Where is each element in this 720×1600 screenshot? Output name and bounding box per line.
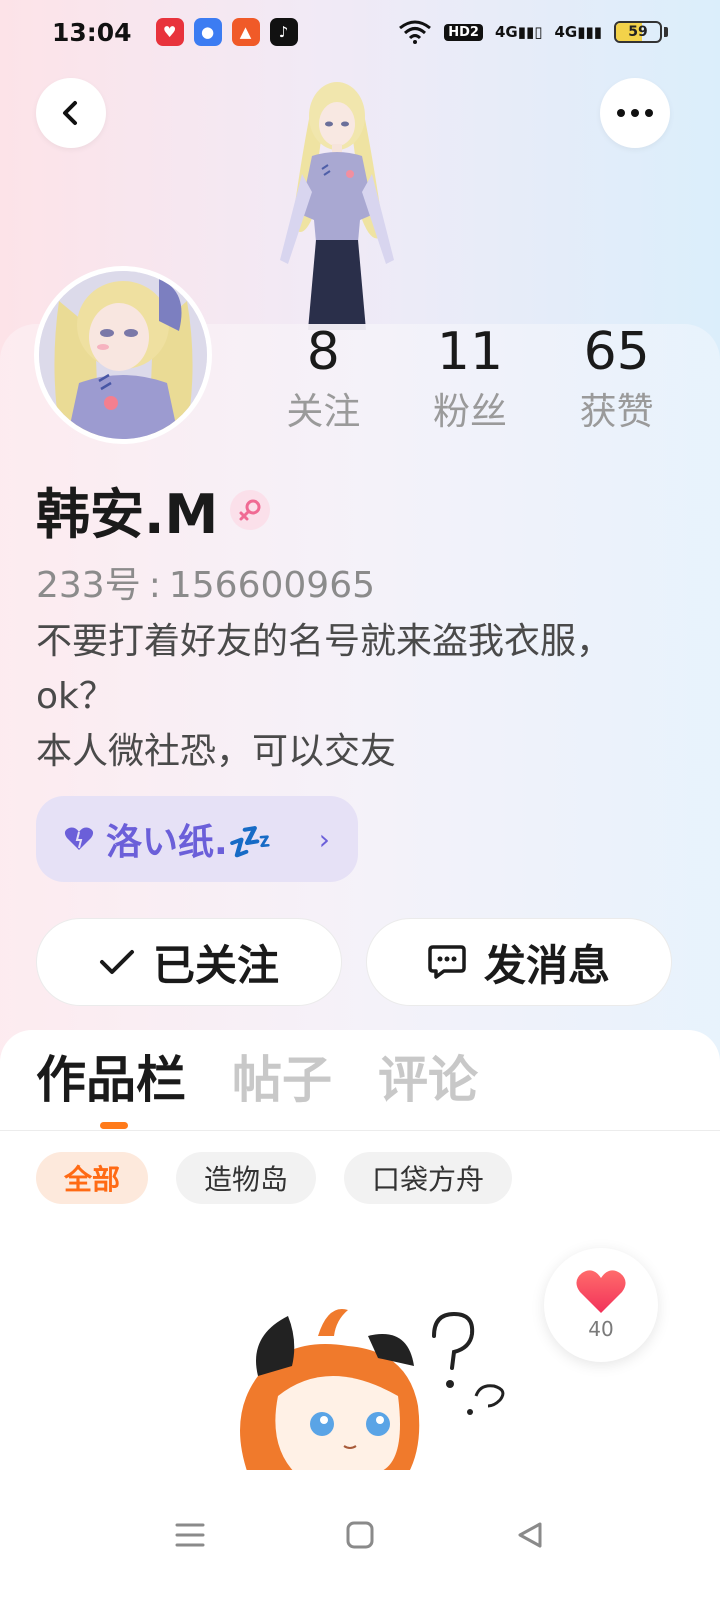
stat-value: 65 (583, 322, 650, 382)
chevron-left-icon (63, 101, 77, 125)
check-icon (99, 950, 134, 974)
status-indicators: HD2 4G▮▮▯ 4G▮▮▮ 59 (398, 20, 668, 44)
empty-state-character-image (240, 1309, 505, 1474)
chevron-right-icon: › (318, 822, 330, 856)
nav-home-button[interactable] (275, 1520, 445, 1550)
user-id: 233号:156600965 (36, 556, 375, 608)
chip-creation-island[interactable]: 造物岛 (176, 1152, 317, 1204)
uid-value: 156600965 (168, 565, 375, 606)
filter-chips: 全部 造物岛 口袋方舟 (36, 1152, 513, 1204)
hd-voice-badge: HD2 (444, 23, 483, 41)
avatar[interactable] (34, 266, 212, 444)
stat-likes[interactable]: 65 获赞 (543, 320, 690, 438)
stat-followers[interactable]: 11 粉丝 (397, 320, 544, 438)
battery-icon: 59 (614, 21, 662, 43)
group-badge[interactable]: 洛い纸.💤 › (36, 796, 358, 882)
following-label: 已关注 (152, 940, 279, 990)
stat-label: 粉丝 (433, 390, 507, 433)
stat-label: 获赞 (579, 390, 654, 433)
battery-cap (664, 27, 668, 37)
wifi-icon (399, 20, 432, 44)
send-message-label: 发消息 (483, 940, 610, 990)
profile-page: 13:04 ♥ ● ▲ ♪ HD2 4G▮▮▯ 4G▮▮▮ 59 8 关注 11… (0, 0, 720, 1600)
signal-4g-label: 4G (554, 23, 578, 41)
avatar-character-image (39, 271, 207, 439)
signal-4g-icon: 4G▮▮▯ (494, 23, 543, 41)
signal-4g-label: 4G (494, 23, 518, 41)
stat-label: 关注 (286, 390, 361, 433)
battery-level: 59 (628, 24, 648, 40)
badge-label: 洛い纸.💤 (106, 822, 273, 863)
bio: 不要打着好友的名号就来盗我衣服，ok？ 本人微社恐，可以交友 (36, 614, 656, 779)
like-button[interactable]: 40 (544, 1248, 658, 1362)
home-square-icon (346, 1521, 374, 1549)
uid-label: 233号 (36, 565, 141, 606)
profile-stats: 8 关注 11 粉丝 65 获赞 (250, 320, 690, 438)
stat-following[interactable]: 8 关注 (250, 320, 397, 438)
chat-bubble-icon (428, 945, 466, 979)
nav-back-button[interactable] (445, 1520, 615, 1550)
more-horizontal-icon (617, 109, 653, 117)
uid-separator: : (148, 565, 161, 606)
status-bar: 13:04 ♥ ● ▲ ♪ HD2 4G▮▮▯ 4G▮▮▮ 59 (0, 0, 720, 64)
heart-icon (64, 827, 94, 850)
female-icon (230, 489, 271, 530)
bio-line: 本人微社恐，可以交友 (36, 731, 397, 772)
back-button[interactable] (36, 78, 106, 148)
chip-pocket-ark[interactable]: 口袋方舟 (344, 1152, 513, 1204)
bio-line: 不要打着好友的名号就来盗我衣服，ok？ (36, 621, 613, 717)
chip-all[interactable]: 全部 (36, 1152, 149, 1204)
messenger-app-icon: ● (193, 18, 222, 46)
system-nav-bar (0, 1470, 720, 1600)
tab-comments[interactable]: 评论 (378, 1046, 478, 1114)
content-tabs: 作品栏 帖子 评论 (36, 1046, 478, 1114)
tiktok-app-icon: ♪ (269, 18, 298, 46)
stat-value: 8 (306, 322, 340, 382)
send-message-button[interactable]: 发消息 (366, 918, 672, 1006)
active-tab-indicator (100, 1122, 128, 1129)
stat-value: 11 (436, 322, 504, 382)
tab-posts[interactable]: 帖子 (232, 1046, 332, 1114)
heart-icon (576, 1270, 626, 1313)
following-button[interactable]: 已关注 (36, 918, 342, 1006)
username: 韩安.M (36, 483, 219, 546)
like-count: 40 (588, 1317, 614, 1341)
name-row: 韩安.M (36, 470, 271, 549)
profile-banner-character-image (280, 82, 394, 330)
tab-works[interactable]: 作品栏 (36, 1046, 186, 1114)
signal-4g-icon: 4G▮▮▮ (554, 23, 602, 41)
status-time: 13:04 (52, 17, 132, 47)
menu-icon (175, 1523, 205, 1547)
cake-app-icon: ▲ (231, 18, 260, 46)
tabs-divider (0, 1130, 720, 1131)
nav-menu-button[interactable] (105, 1521, 275, 1549)
more-button[interactable] (600, 78, 670, 148)
heart-shield-app-icon: ♥ (155, 18, 184, 46)
back-triangle-icon (518, 1522, 542, 1548)
